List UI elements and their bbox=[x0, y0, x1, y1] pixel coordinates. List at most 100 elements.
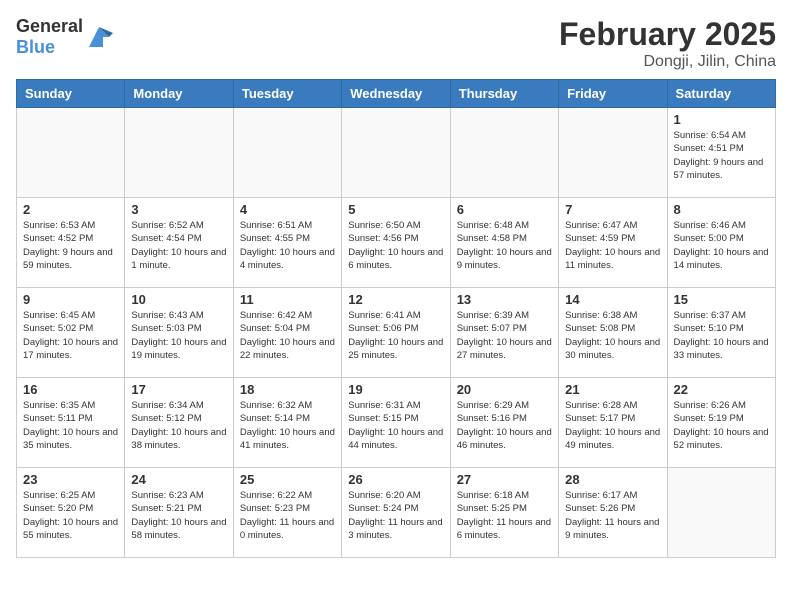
day-info: Sunrise: 6:23 AM Sunset: 5:21 PM Dayligh… bbox=[131, 489, 226, 542]
day-cell: 22Sunrise: 6:26 AM Sunset: 5:19 PM Dayli… bbox=[667, 378, 775, 468]
day-number: 9 bbox=[23, 292, 118, 307]
day-number: 17 bbox=[131, 382, 226, 397]
day-info: Sunrise: 6:20 AM Sunset: 5:24 PM Dayligh… bbox=[348, 489, 443, 542]
day-cell bbox=[125, 108, 233, 198]
day-cell: 1 Sunrise: 6:54 AM Sunset: 4:51 PM Daylig… bbox=[667, 108, 775, 198]
day-info: Sunrise: 6:51 AM Sunset: 4:55 PM Dayligh… bbox=[240, 219, 335, 272]
day-number: 27 bbox=[457, 472, 552, 487]
logo-icon bbox=[85, 23, 113, 51]
day-number: 14 bbox=[565, 292, 660, 307]
weekday-header-monday: Monday bbox=[125, 80, 233, 108]
day-number: 25 bbox=[240, 472, 335, 487]
day-cell: 13 Sunrise: 6:39 AM Sunset: 5:07 PM Dayli… bbox=[450, 288, 558, 378]
weekday-header-sunday: Sunday bbox=[17, 80, 125, 108]
day-number: 19 bbox=[348, 382, 443, 397]
day-number: 20 bbox=[457, 382, 552, 397]
day-info: Sunrise: 6:25 AM Sunset: 5:20 PM Dayligh… bbox=[23, 489, 118, 542]
logo-general: General bbox=[16, 16, 83, 36]
day-number: 2 bbox=[23, 202, 118, 217]
calendar-subtitle: Dongji, Jilin, China bbox=[559, 53, 776, 71]
weekday-header-row: SundayMondayTuesdayWednesdayThursdayFrid… bbox=[17, 80, 776, 108]
header: General Blue February 2025 Dongji, Jilin… bbox=[16, 16, 776, 71]
day-cell bbox=[559, 108, 667, 198]
day-cell: 14 Sunrise: 6:38 AM Sunset: 5:08 PM Dayli… bbox=[559, 288, 667, 378]
day-cell: 28 Sunrise: 6:17 AM Sunset: 5:26 PM Dayli… bbox=[559, 468, 667, 558]
day-cell: 8 Sunrise: 6:46 AM Sunset: 5:00 PM Daylig… bbox=[667, 198, 775, 288]
day-cell: 12 Sunrise: 6:41 AM Sunset: 5:06 PM Dayli… bbox=[342, 288, 450, 378]
calendar-table: SundayMondayTuesdayWednesdayThursdayFrid… bbox=[16, 79, 776, 558]
day-info: Sunrise: 6:37 AM Sunset: 5:10 PM Dayligh… bbox=[674, 309, 769, 362]
day-info: Sunrise: 6:32 AM Sunset: 5:14 PM Dayligh… bbox=[240, 399, 335, 452]
weekday-header-friday: Friday bbox=[559, 80, 667, 108]
day-info: Sunrise: 6:50 AM Sunset: 4:56 PM Dayligh… bbox=[348, 219, 443, 272]
logo-blue: Blue bbox=[16, 37, 55, 57]
day-cell: 26Sunrise: 6:20 AM Sunset: 5:24 PM Dayli… bbox=[342, 468, 450, 558]
day-info: Sunrise: 6:43 AM Sunset: 5:03 PM Dayligh… bbox=[131, 309, 226, 362]
day-info: Sunrise: 6:22 AM Sunset: 5:23 PM Dayligh… bbox=[240, 489, 335, 542]
day-cell bbox=[450, 108, 558, 198]
day-info: Sunrise: 6:42 AM Sunset: 5:04 PM Dayligh… bbox=[240, 309, 335, 362]
day-number: 28 bbox=[565, 472, 660, 487]
day-cell bbox=[342, 108, 450, 198]
day-cell: 3 Sunrise: 6:52 AM Sunset: 4:54 PM Daylig… bbox=[125, 198, 233, 288]
day-cell: 19 Sunrise: 6:31 AM Sunset: 5:15 PM Dayli… bbox=[342, 378, 450, 468]
day-info: Sunrise: 6:17 AM Sunset: 5:26 PM Dayligh… bbox=[565, 489, 660, 542]
day-cell: 2 Sunrise: 6:53 AM Sunset: 4:52 PM Daylig… bbox=[17, 198, 125, 288]
day-number: 15 bbox=[674, 292, 769, 307]
day-cell: 16Sunrise: 6:35 AM Sunset: 5:11 PM Dayli… bbox=[17, 378, 125, 468]
day-number: 10 bbox=[131, 292, 226, 307]
day-cell: 9Sunrise: 6:45 AM Sunset: 5:02 PM Daylig… bbox=[17, 288, 125, 378]
day-cell: 10 Sunrise: 6:43 AM Sunset: 5:03 PM Dayli… bbox=[125, 288, 233, 378]
day-info: Sunrise: 6:54 AM Sunset: 4:51 PM Dayligh… bbox=[674, 129, 769, 182]
day-info: Sunrise: 6:34 AM Sunset: 5:12 PM Dayligh… bbox=[131, 399, 226, 452]
day-cell: 18 Sunrise: 6:32 AM Sunset: 5:14 PM Dayli… bbox=[233, 378, 341, 468]
logo-text: General Blue bbox=[16, 16, 83, 58]
day-info: Sunrise: 6:48 AM Sunset: 4:58 PM Dayligh… bbox=[457, 219, 552, 272]
day-number: 13 bbox=[457, 292, 552, 307]
day-cell: 21 Sunrise: 6:28 AM Sunset: 5:17 PM Dayli… bbox=[559, 378, 667, 468]
day-info: Sunrise: 6:29 AM Sunset: 5:16 PM Dayligh… bbox=[457, 399, 552, 452]
day-cell bbox=[667, 468, 775, 558]
week-row-4: 16Sunrise: 6:35 AM Sunset: 5:11 PM Dayli… bbox=[17, 378, 776, 468]
weekday-header-saturday: Saturday bbox=[667, 80, 775, 108]
day-cell: 15 Sunrise: 6:37 AM Sunset: 5:10 PM Dayli… bbox=[667, 288, 775, 378]
day-number: 8 bbox=[674, 202, 769, 217]
day-number: 18 bbox=[240, 382, 335, 397]
day-info: Sunrise: 6:53 AM Sunset: 4:52 PM Dayligh… bbox=[23, 219, 118, 272]
day-cell: 17 Sunrise: 6:34 AM Sunset: 5:12 PM Dayli… bbox=[125, 378, 233, 468]
day-cell: 5Sunrise: 6:50 AM Sunset: 4:56 PM Daylig… bbox=[342, 198, 450, 288]
day-info: Sunrise: 6:39 AM Sunset: 5:07 PM Dayligh… bbox=[457, 309, 552, 362]
calendar-title: February 2025 bbox=[559, 16, 776, 53]
day-info: Sunrise: 6:26 AM Sunset: 5:19 PM Dayligh… bbox=[674, 399, 769, 452]
day-number: 7 bbox=[565, 202, 660, 217]
day-number: 6 bbox=[457, 202, 552, 217]
weekday-header-tuesday: Tuesday bbox=[233, 80, 341, 108]
day-number: 23 bbox=[23, 472, 118, 487]
day-info: Sunrise: 6:31 AM Sunset: 5:15 PM Dayligh… bbox=[348, 399, 443, 452]
day-cell bbox=[233, 108, 341, 198]
day-number: 21 bbox=[565, 382, 660, 397]
day-cell: 25 Sunrise: 6:22 AM Sunset: 5:23 PM Dayli… bbox=[233, 468, 341, 558]
day-number: 16 bbox=[23, 382, 118, 397]
day-number: 3 bbox=[131, 202, 226, 217]
day-cell: 20 Sunrise: 6:29 AM Sunset: 5:16 PM Dayli… bbox=[450, 378, 558, 468]
day-cell: 6 Sunrise: 6:48 AM Sunset: 4:58 PM Daylig… bbox=[450, 198, 558, 288]
day-info: Sunrise: 6:28 AM Sunset: 5:17 PM Dayligh… bbox=[565, 399, 660, 452]
day-cell: 4Sunrise: 6:51 AM Sunset: 4:55 PM Daylig… bbox=[233, 198, 341, 288]
day-cell: 27Sunrise: 6:18 AM Sunset: 5:25 PM Dayli… bbox=[450, 468, 558, 558]
day-number: 1 bbox=[674, 112, 769, 127]
day-info: Sunrise: 6:47 AM Sunset: 4:59 PM Dayligh… bbox=[565, 219, 660, 272]
day-number: 11 bbox=[240, 292, 335, 307]
day-number: 24 bbox=[131, 472, 226, 487]
week-row-2: 2 Sunrise: 6:53 AM Sunset: 4:52 PM Daylig… bbox=[17, 198, 776, 288]
day-info: Sunrise: 6:46 AM Sunset: 5:00 PM Dayligh… bbox=[674, 219, 769, 272]
day-info: Sunrise: 6:52 AM Sunset: 4:54 PM Dayligh… bbox=[131, 219, 226, 272]
day-info: Sunrise: 6:38 AM Sunset: 5:08 PM Dayligh… bbox=[565, 309, 660, 362]
day-info: Sunrise: 6:41 AM Sunset: 5:06 PM Dayligh… bbox=[348, 309, 443, 362]
day-cell: 11 Sunrise: 6:42 AM Sunset: 5:04 PM Dayli… bbox=[233, 288, 341, 378]
weekday-header-thursday: Thursday bbox=[450, 80, 558, 108]
logo: General Blue bbox=[16, 16, 113, 58]
week-row-3: 9Sunrise: 6:45 AM Sunset: 5:02 PM Daylig… bbox=[17, 288, 776, 378]
weekday-header-wednesday: Wednesday bbox=[342, 80, 450, 108]
day-number: 12 bbox=[348, 292, 443, 307]
